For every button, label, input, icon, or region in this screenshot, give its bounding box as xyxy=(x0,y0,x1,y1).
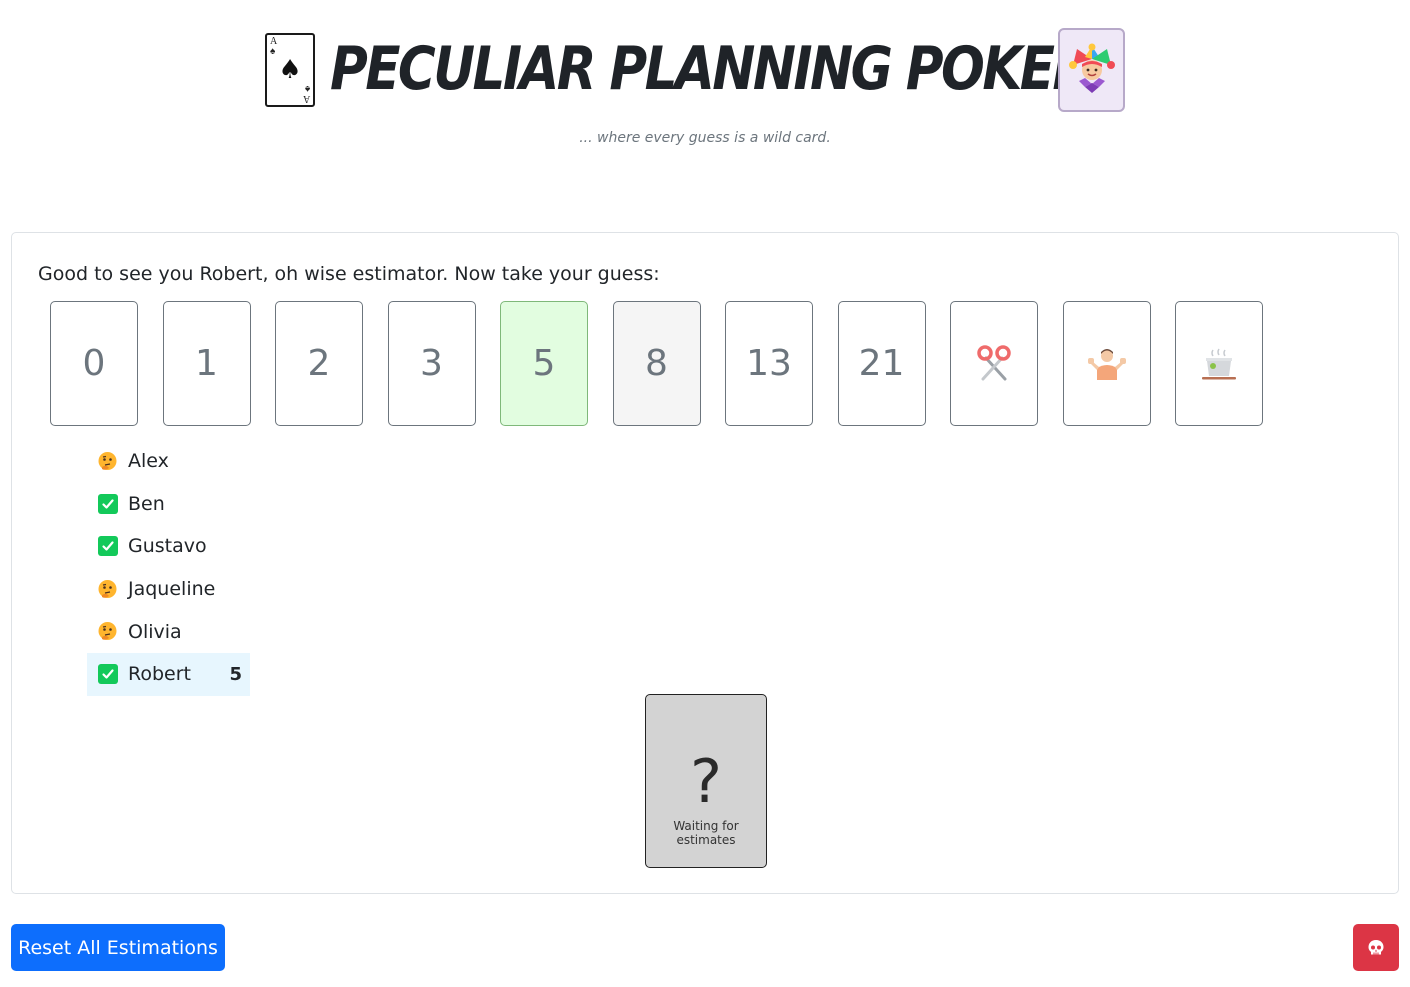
player-list: Alex Ben Gustavo Jaqueline Olivia Robert… xyxy=(87,440,250,696)
card-label: 8 xyxy=(645,343,668,384)
check-icon xyxy=(97,493,118,514)
card-label: 0 xyxy=(82,343,106,384)
thinking-face-icon xyxy=(97,579,118,600)
ace-corner-top: A ♠ xyxy=(270,36,278,57)
player-row: Alex xyxy=(87,440,250,483)
reset-all-estimations-button[interactable]: Reset All Estimations xyxy=(11,924,225,971)
card-label: 3 xyxy=(420,343,443,384)
player-row: Jaqueline xyxy=(87,568,250,611)
jester-icon xyxy=(1068,43,1115,93)
check-icon xyxy=(97,536,118,557)
player-name: Olivia xyxy=(128,620,182,643)
spade-icon: ♠ xyxy=(278,55,302,85)
danger-button[interactable] xyxy=(1353,924,1399,971)
card-shrug[interactable] xyxy=(1062,301,1151,426)
greeting-text: Good to see you Robert, oh wise estimato… xyxy=(38,263,660,285)
ace-of-spades-logo: A ♠ ♠ A ♠ xyxy=(265,33,315,107)
card-21[interactable]: 21 xyxy=(837,301,926,426)
result-card: ? Waiting for estimates xyxy=(645,694,767,868)
thinking-face-icon xyxy=(97,451,118,472)
player-name: Ben xyxy=(128,492,165,515)
check-icon xyxy=(97,664,118,685)
waiting-label: Waiting for estimates xyxy=(673,819,739,847)
player-name: Gustavo xyxy=(128,535,207,558)
estimation-panel: Good to see you Robert, oh wise estimato… xyxy=(11,232,1399,894)
page-subtitle: ... where every guess is a wild card. xyxy=(579,130,831,146)
jester-button[interactable] xyxy=(1058,28,1125,112)
card-13[interactable]: 13 xyxy=(725,301,813,426)
card-scissors[interactable] xyxy=(950,301,1038,426)
card-label: 21 xyxy=(858,343,905,384)
card-3[interactable]: 3 xyxy=(387,301,476,426)
shrug-icon xyxy=(1087,348,1126,380)
card-label: 1 xyxy=(195,343,218,384)
question-mark: ? xyxy=(690,747,722,817)
card-2[interactable]: 2 xyxy=(275,301,363,426)
card-1[interactable]: 1 xyxy=(162,301,251,426)
header: A ♠ ♠ A ♠ Peculiar Planning Poker ... wher… xyxy=(0,0,1410,160)
card-coffee-break[interactable] xyxy=(1175,301,1263,426)
card-label: 5 xyxy=(532,343,556,384)
player-name: Alex xyxy=(128,450,169,473)
player-row: Gustavo xyxy=(87,525,250,568)
player-row-current-user: Robert 5 xyxy=(87,652,250,696)
player-name: Robert xyxy=(128,663,191,686)
player-row: Ben xyxy=(87,483,250,526)
player-row: Olivia xyxy=(87,610,250,653)
scissors-icon xyxy=(977,344,1011,380)
card-8[interactable]: 8 xyxy=(612,301,701,426)
thinking-face-icon xyxy=(97,621,118,642)
card-label: 2 xyxy=(307,343,331,384)
card-5[interactable]: 5 xyxy=(500,301,588,426)
card-label: 13 xyxy=(746,343,792,384)
player-vote: 5 xyxy=(229,663,242,685)
coffee-break-icon xyxy=(1202,348,1236,379)
skull-icon xyxy=(1368,939,1384,954)
player-name: Jaqueline xyxy=(128,578,216,601)
page-title: Peculiar Planning Poker xyxy=(330,34,1092,104)
card-0[interactable]: 0 xyxy=(50,301,138,426)
ace-corner-bottom: A ♠ xyxy=(302,83,310,104)
